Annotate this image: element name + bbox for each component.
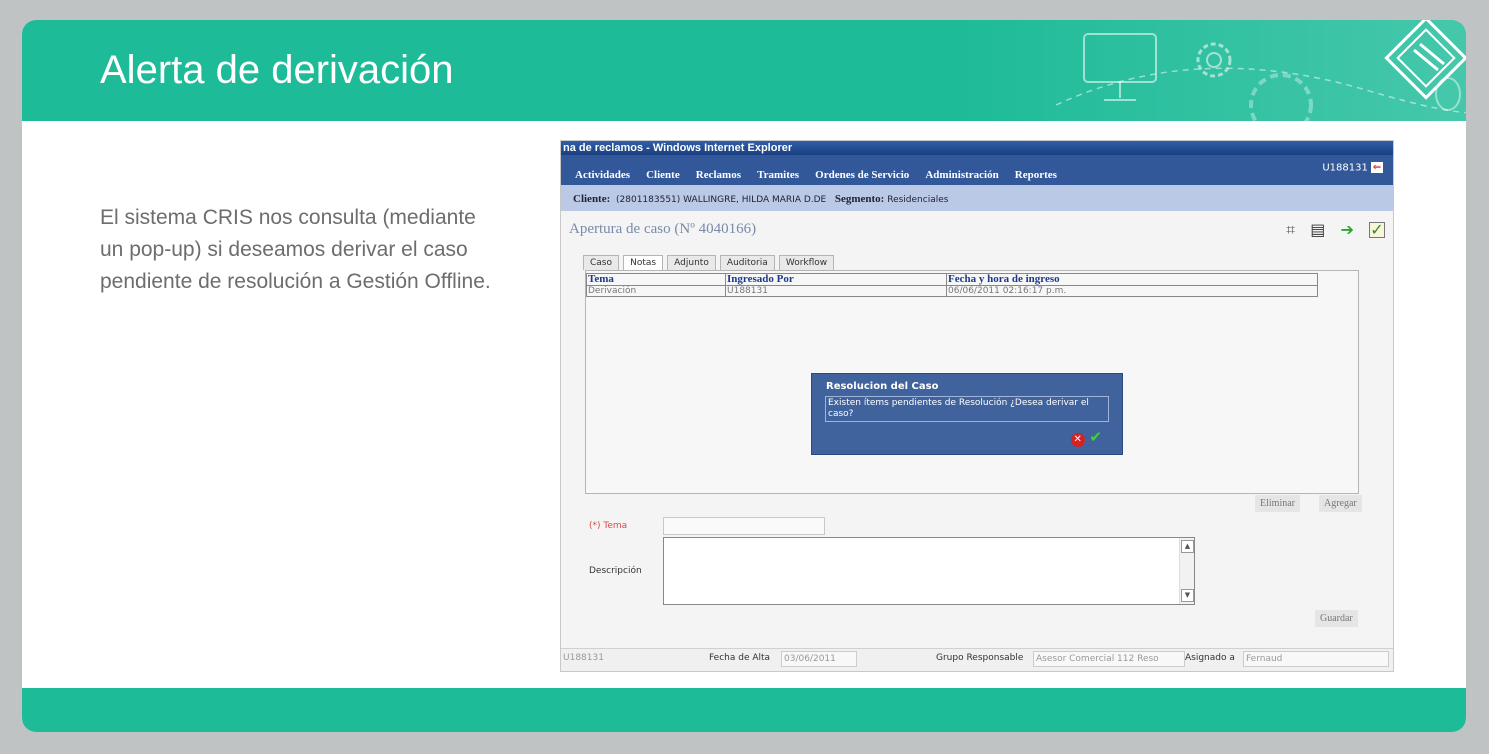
status-bar: U188131 Fecha de Alta 03/06/2011 Grupo R… <box>561 648 1393 671</box>
window-title: na de reclamos - Windows Internet Explor… <box>561 141 1393 155</box>
column-header-ingresado-por[interactable]: Ingresado Por <box>725 273 947 286</box>
grupo-responsable-label: Grupo Responsable <box>936 653 1024 663</box>
tema-label: (*) Tema <box>589 521 628 531</box>
tema-input[interactable] <box>663 517 825 535</box>
client-label: Cliente: <box>573 193 611 205</box>
menu-item-administracion[interactable]: Administración <box>925 169 998 181</box>
menu-bar: Actividades Cliente Reclamos Tramites Or… <box>561 155 1393 185</box>
popup-buttons: ✕ ✔ <box>1070 428 1102 447</box>
asignado-field: Fernaud <box>1243 651 1389 667</box>
slide-title: Alerta de derivación <box>100 48 454 92</box>
toolbar: ⌗ ▤ ➔ ✓ <box>1276 219 1385 240</box>
user-indicator: U188131 ⇐ <box>1322 162 1383 174</box>
tab-adjunto[interactable]: Adjunto <box>667 255 716 270</box>
guardar-button[interactable]: Guardar <box>1315 610 1358 627</box>
save-icon[interactable]: ▤ <box>1310 220 1325 239</box>
app-screenshot: na de reclamos - Windows Internet Explor… <box>560 140 1394 672</box>
grupo-responsable-field: Asesor Comercial 112 Reso <box>1033 651 1185 667</box>
scroll-down-icon[interactable]: ▼ <box>1181 589 1194 602</box>
scroll-up-icon[interactable]: ▲ <box>1181 540 1194 553</box>
menu-item-reportes[interactable]: Reportes <box>1015 169 1057 181</box>
menu-item-ordenes-de-servicio[interactable]: Ordenes de Servicio <box>815 169 909 181</box>
menu-item-tramites[interactable]: Tramites <box>757 169 799 181</box>
client-bar: Cliente: (2801183551) WALLINGRE, HILDA M… <box>561 185 1393 211</box>
case-title: Apertura de caso (Nº 4040166) <box>569 221 757 237</box>
fecha-alta-label: Fecha de Alta <box>709 653 771 663</box>
menu-item-actividades[interactable]: Actividades <box>575 169 630 181</box>
descripcion-textarea[interactable]: ▲ ▼ <box>663 537 1195 605</box>
header-decoration <box>946 20 1466 137</box>
notes-table: Tema Ingresado Por Fecha y hora de ingre… <box>586 273 1318 297</box>
logout-icon[interactable]: ⇐ <box>1371 162 1383 173</box>
tab-notas[interactable]: Notas <box>623 255 664 270</box>
agregar-button[interactable]: Agregar <box>1319 495 1362 512</box>
status-user: U188131 <box>563 653 604 663</box>
segment-label: Segmento: <box>834 193 885 205</box>
user-id: U188131 <box>1322 162 1368 174</box>
slide: Alerta de derivación El sistema CRIS nos… <box>22 20 1466 732</box>
eliminar-button[interactable]: Eliminar <box>1255 495 1300 512</box>
tab-auditoria[interactable]: Auditoria <box>719 255 775 270</box>
binoculars-icon[interactable]: ⌗ <box>1286 220 1295 240</box>
cancel-x-icon[interactable]: ✕ <box>1070 433 1085 447</box>
table-header-row: Tema Ingresado Por Fecha y hora de ingre… <box>586 273 1318 286</box>
textarea-scrollbar[interactable]: ▲ ▼ <box>1179 538 1194 604</box>
tech-icons-decoration <box>1055 20 1466 137</box>
tab-caso[interactable]: Caso <box>583 255 619 270</box>
fecha-alta-field: 03/06/2011 <box>781 651 857 667</box>
table-row[interactable]: Derivación U188131 06/06/2011 02:16:17 p… <box>586 285 1318 297</box>
segment-value: Residenciales <box>887 195 949 205</box>
popup-title: Resolucion del Caso <box>826 381 939 392</box>
resolution-popup: Resolucion del Caso Existen ítems pendie… <box>811 373 1123 455</box>
column-header-fecha[interactable]: Fecha y hora de ingreso <box>946 273 1318 286</box>
slide-footer <box>22 688 1466 732</box>
tab-workflow[interactable]: Workflow <box>778 255 835 270</box>
slide-header: Alerta de derivación <box>22 20 1466 137</box>
menu-item-reclamos[interactable]: Reclamos <box>696 169 741 181</box>
cell-fecha: 06/06/2011 02:16:17 p.m. <box>946 285 1318 297</box>
forward-arrow-icon[interactable]: ➔ <box>1341 220 1354 239</box>
checklist-icon[interactable]: ✓ <box>1369 221 1385 238</box>
menu-item-cliente[interactable]: Cliente <box>646 169 680 181</box>
column-header-tema[interactable]: Tema <box>586 273 726 286</box>
confirm-check-icon[interactable]: ✔ <box>1089 428 1102 446</box>
popup-message: Existen ítems pendientes de Resolución ¿… <box>825 396 1109 422</box>
descripcion-label: Descripción <box>589 566 642 576</box>
case-tabs: Caso Notas Adjunto Auditoria Workflow <box>583 250 835 270</box>
cell-ingresado-por: U188131 <box>725 285 947 297</box>
cell-tema: Derivación <box>586 285 726 297</box>
slide-body-text: El sistema CRIS nos consulta (mediante u… <box>100 206 491 293</box>
asignado-label: Asignado a <box>1185 653 1235 663</box>
client-value: (2801183551) WALLINGRE, HILDA MARIA D.DE <box>616 195 827 205</box>
